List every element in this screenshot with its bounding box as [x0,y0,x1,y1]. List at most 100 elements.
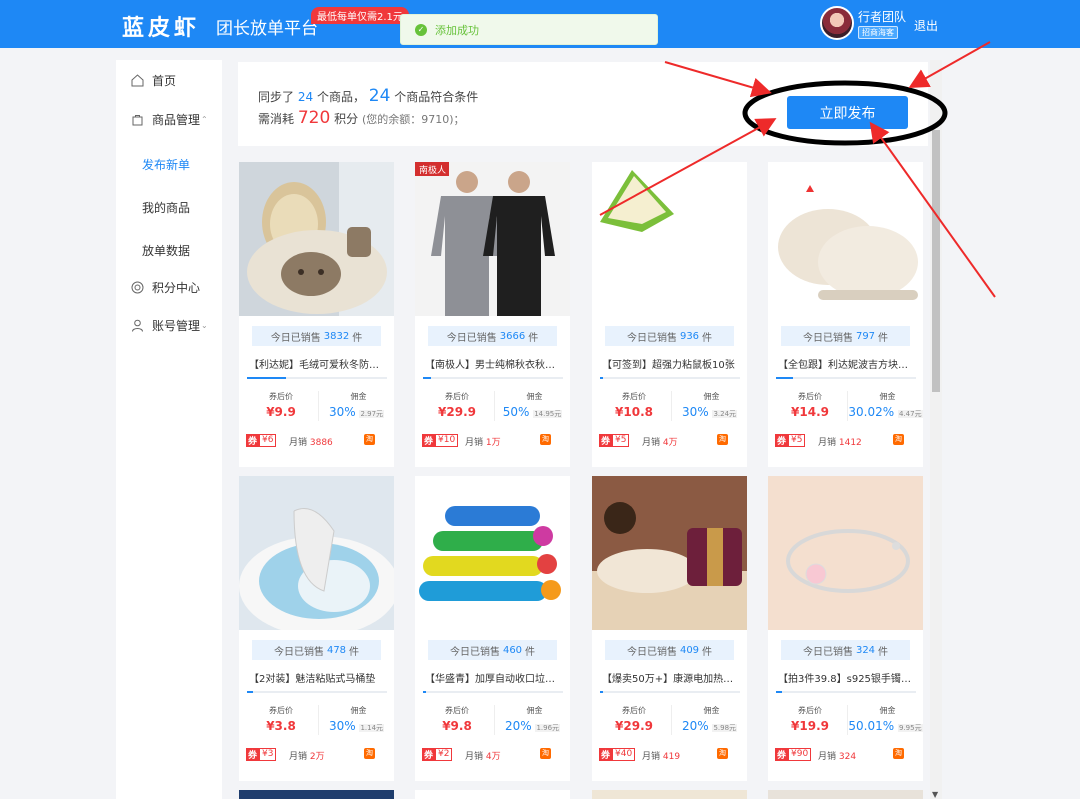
app-logo[interactable]: 蓝皮虾 [122,10,200,42]
logout-link[interactable]: 退出 [914,17,938,34]
product-image[interactable] [239,162,394,316]
taobao-icon[interactable]: 淘 [364,434,375,445]
monthly-label: 月销 [642,438,663,448]
monthly-sales: 月销 2万 [289,749,325,762]
after-coupon-label: 券后价 [798,392,822,401]
coupon-value: ¥5 [788,434,806,447]
sidebar-item-goods[interactable]: 商品管理 ⌃ [116,105,222,133]
taobao-icon[interactable]: 淘 [540,748,551,759]
sold-today-count: 3666 [499,330,526,342]
unit-label: 件 [878,332,889,344]
sidebar-item-order-data[interactable]: 放单数据 [116,238,222,262]
product-title[interactable]: 【拍3件39.8】s925银手镯顶... [778,670,916,685]
after-coupon-price: ¥10.8 [615,405,653,419]
commission-label: 佣金 [350,706,367,715]
cost-points: 720 [297,108,331,128]
commission-label: 佣金 [703,392,720,401]
commission-amount: 14.95元 [533,410,563,418]
product-card[interactable]: 今日已销售 460 件【华盛青】加厚自动收口垃圾... 券后价 ¥9.8 佣金 20% 1.… [415,476,570,781]
coupon-value: ¥90 [788,748,812,761]
scroll-down-arrow-icon[interactable]: ▼ [932,790,938,799]
bracelet-icon [768,476,923,630]
unit-label: 件 [352,332,363,344]
scrollbar-thumb[interactable] [932,130,940,392]
username[interactable]: 行者团队 [858,8,906,25]
sidebar-item-publish-new[interactable]: 发布新单 [116,152,222,176]
sold-today-count: 460 [502,644,523,656]
taobao-icon[interactable]: 淘 [893,434,904,445]
cost-summary: 需消耗 720 积分 (您的余额：9710)； [258,108,465,128]
summary-text: 积分 [334,112,359,126]
sold-today-badge: 今日已销售 460 件 [428,640,557,660]
product-image[interactable] [592,476,747,630]
toilet-seat-icon [239,476,394,630]
sidebar-label: 积分中心 [152,280,201,295]
sidebar-label: 账号管理 [152,318,201,333]
points-icon [131,281,144,293]
product-image[interactable] [239,476,394,630]
product-title[interactable]: 【全包跟】利达妮波吉方块防... [778,356,916,371]
coupon-value: ¥40 [612,748,636,761]
product-image[interactable] [415,476,570,630]
coupon-mark: 券 [599,434,613,447]
product-card-peek [592,790,747,799]
product-card[interactable]: 今日已销售 3832 件【利达妮】毛绒可爱秋冬防滑... 券后价 ¥9.9 佣金 30% 2… [239,162,394,467]
sidebar-item-my-goods[interactable]: 我的商品 [116,195,222,219]
unit-label: 件 [702,332,713,344]
product-title[interactable]: 【利达妮】毛绒可爱秋冬防滑... [249,356,387,371]
coupon-tag: 券 ¥5 [775,434,806,447]
product-title[interactable]: 【华盛青】加厚自动收口垃圾... [425,670,563,685]
product-card[interactable]: 今日已销售 797 件【全包跟】利达妮波吉方块防... 券后价 ¥14.9 佣金 30.02… [768,162,923,467]
sold-today-label: 今日已销售 [626,646,677,658]
sidebar-item-points[interactable]: 积分中心 [116,273,222,301]
taobao-icon[interactable]: 淘 [540,434,551,445]
progress-fill [776,691,782,693]
sales-progress-bar [776,377,916,379]
product-image[interactable] [768,162,923,316]
publish-now-button[interactable]: 立即发布 [787,96,908,129]
commission-rate: 20% [681,719,713,733]
sold-today-label: 今日已销售 [802,646,853,658]
taobao-icon[interactable]: 淘 [893,748,904,759]
progress-fill [600,377,603,379]
sales-progress-bar [423,377,563,379]
taobao-icon[interactable]: 淘 [717,434,728,445]
taobao-icon[interactable]: 淘 [364,748,375,759]
balance-text: (您的余额：9710)； [361,113,465,126]
product-image[interactable] [768,476,923,630]
product-image[interactable]: 南极人 [415,162,570,316]
commission-value: 30.02% 4.47元 [848,405,923,419]
monthly-sales: 月销 3886 [289,435,333,448]
after-coupon-label: 券后价 [622,392,646,401]
avatar[interactable] [820,6,854,40]
commission-rate: 20% [504,719,536,733]
product-title[interactable]: 【南极人】男士纯棉秋衣秋裤... [425,356,563,371]
sidebar-item-home[interactable]: 首页 [116,66,222,94]
taobao-icon[interactable]: 淘 [717,748,728,759]
after-coupon-price: ¥9.9 [266,405,296,419]
product-card[interactable]: 今日已销售 409 件【爆卖50万+】康源电加热盐袋 券后价 ¥29.9 佣金 20% 5.… [592,476,747,781]
sold-today-badge: 今日已销售 478 件 [252,640,381,660]
monthly-label: 月销 [465,752,486,762]
product-image[interactable] [592,162,747,316]
product-card[interactable]: 今日已销售 324 件【拍3件39.8】s925银手镯顶... 券后价 ¥19.9 佣金 5… [768,476,923,781]
product-card-peek [415,790,570,799]
after-coupon-label: 券后价 [445,706,469,715]
summary-text: 个商品符合条件 [394,90,479,104]
commission-label: 佣金 [703,706,720,715]
summary-text: 需消耗 [258,112,295,126]
after-coupon-price: ¥19.9 [791,719,829,733]
product-card[interactable]: 南极人 今日已销售 3666 件【南极人】男士纯棉秋衣秋裤... 券后价 ¥29.9 佣金 5… [415,162,570,467]
product-card[interactable]: 今日已销售 936 件【可签到】超强力粘鼠板10张 券后价 ¥10.8 佣金 30% 3.2… [592,162,747,467]
sidebar-item-account[interactable]: 账号管理 ⌄ [116,311,222,339]
product-title[interactable]: 【2对装】魅洁粘贴式马桶垫 [249,670,387,685]
progress-fill [600,691,603,693]
product-title[interactable]: 【可签到】超强力粘鼠板10张 [602,356,740,371]
after-coupon-label: 券后价 [798,706,822,715]
sold-today-count: 3832 [323,330,350,342]
page-scrollbar[interactable]: ▼ [930,60,942,799]
product-title[interactable]: 【爆卖50万+】康源电加热盐袋 [602,670,740,685]
product-card[interactable]: 今日已销售 478 件【2对装】魅洁粘贴式马桶垫 券后价 ¥3.8 佣金 30% 1.14元… [239,476,394,781]
commission-label: 佣金 [526,706,543,715]
commission-rate: 50.01% [848,719,898,733]
